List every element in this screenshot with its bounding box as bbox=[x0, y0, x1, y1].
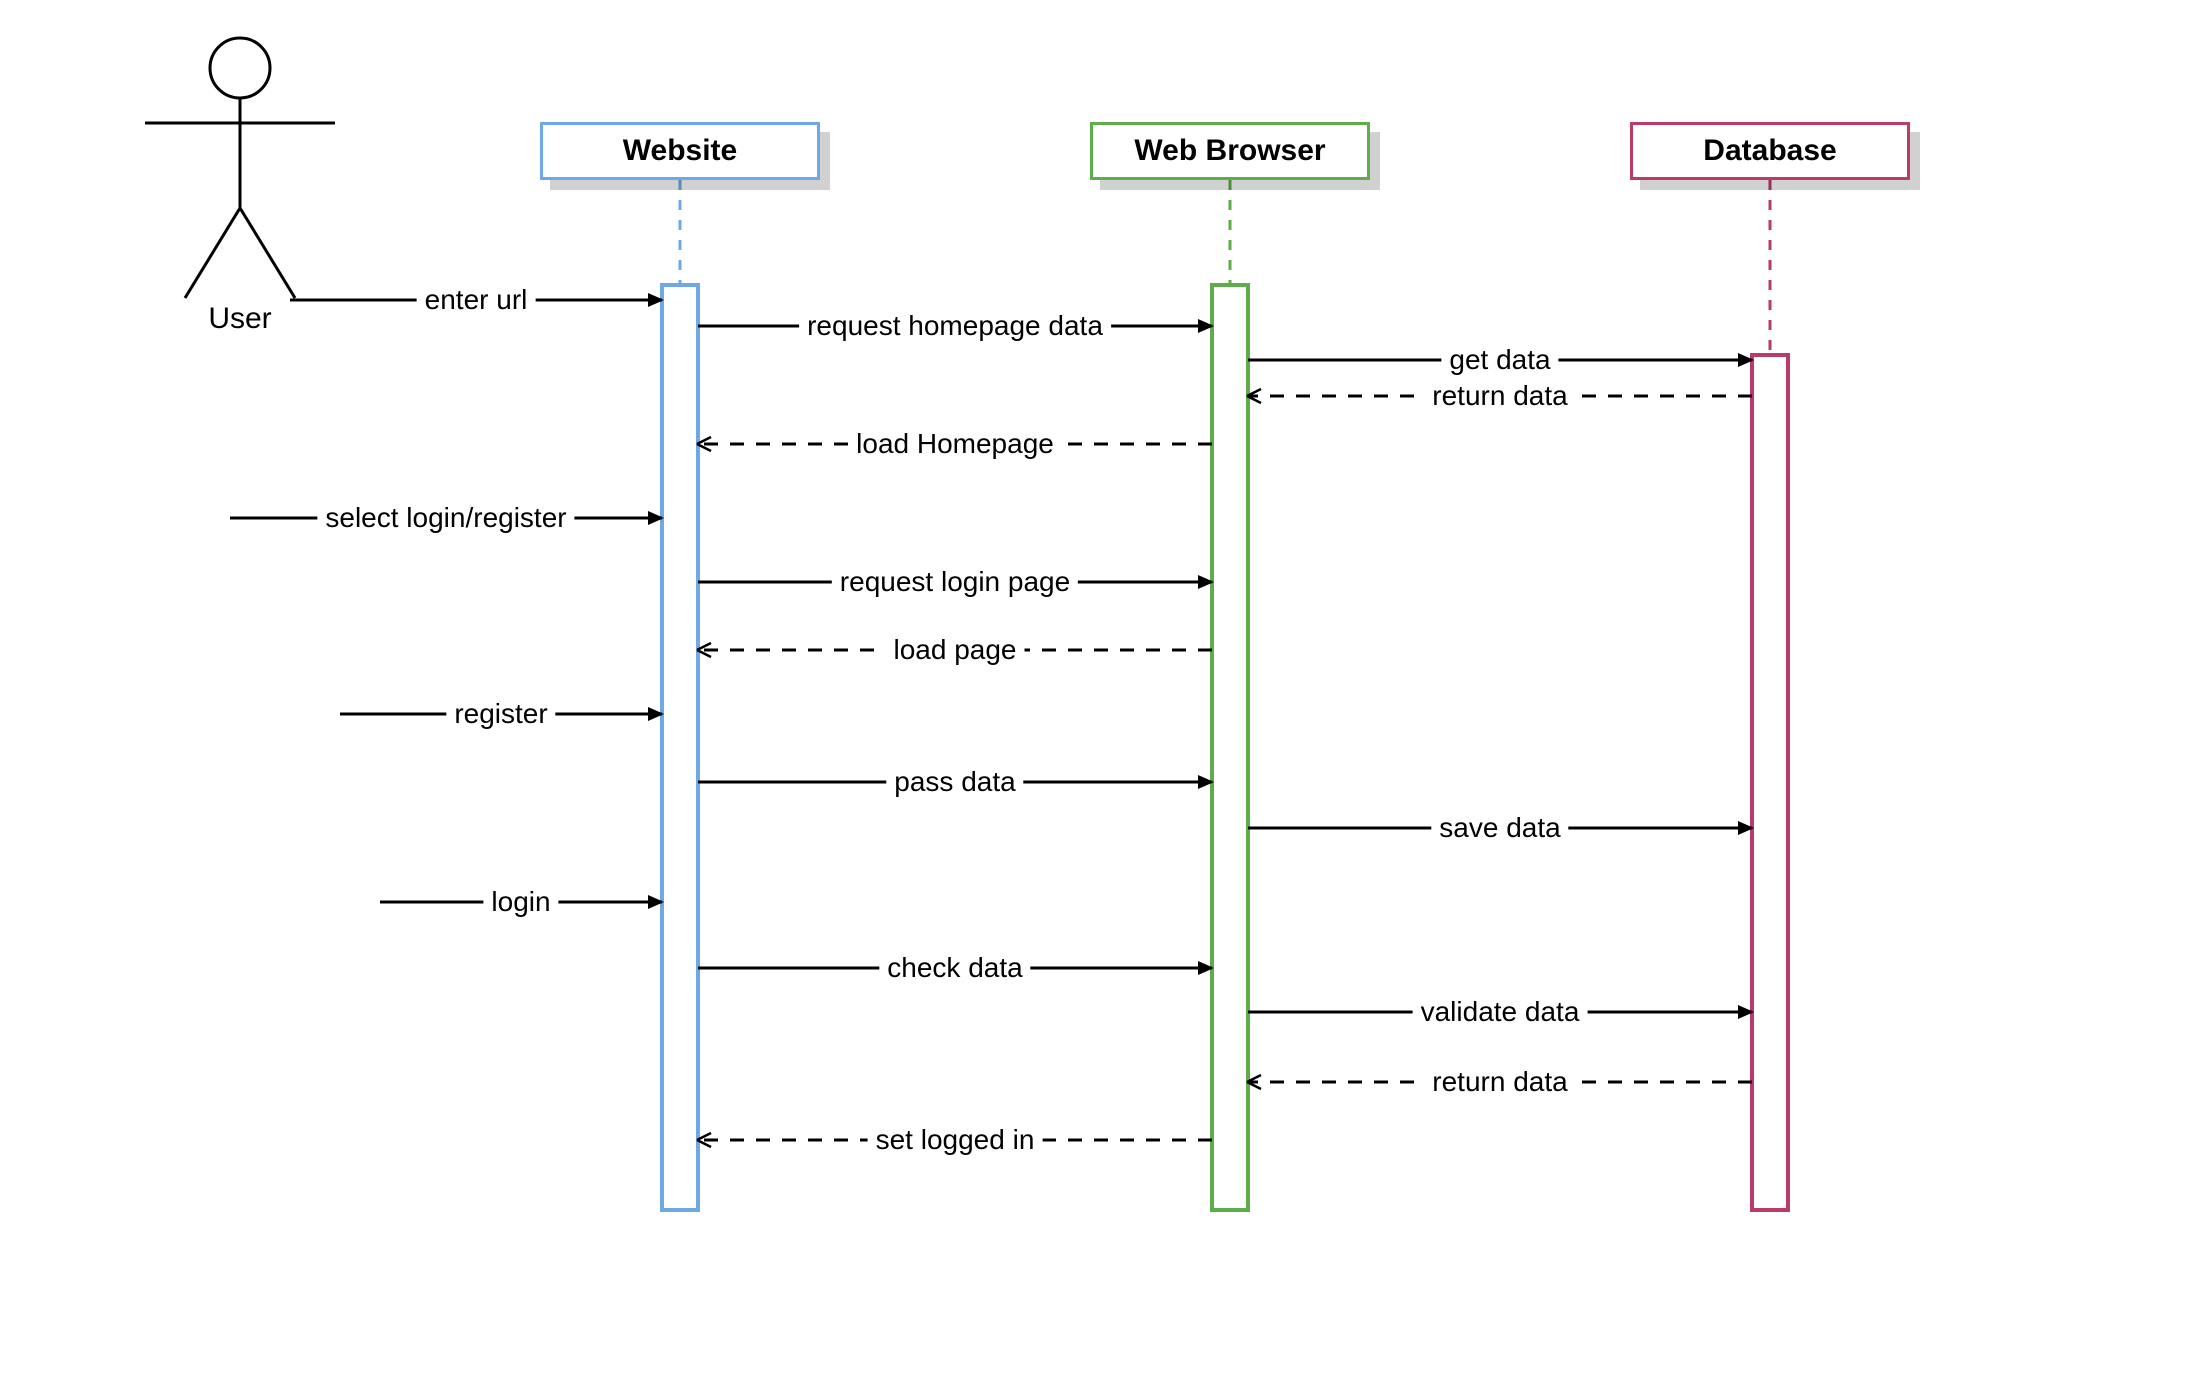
lifeline-label: Web Browser bbox=[1134, 136, 1325, 166]
message-label: enter url bbox=[417, 284, 536, 316]
message-label: set logged in bbox=[868, 1124, 1043, 1156]
lifeline-box-website: Website bbox=[540, 122, 820, 180]
message-label: save data bbox=[1431, 812, 1568, 844]
actor-label: User bbox=[180, 302, 300, 336]
message-label: load page bbox=[885, 634, 1024, 666]
lifeline-box-database: Database bbox=[1630, 122, 1910, 180]
message-label: login bbox=[483, 886, 558, 918]
diagram-canvas bbox=[0, 0, 2189, 1393]
lifeline-label: Website bbox=[623, 136, 737, 166]
message-label: check data bbox=[879, 952, 1030, 984]
message-label: pass data bbox=[886, 766, 1023, 798]
message-label: request login page bbox=[832, 566, 1078, 598]
message-label: request homepage data bbox=[799, 310, 1111, 342]
lifeline-box-browser: Web Browser bbox=[1090, 122, 1370, 180]
message-label: return data bbox=[1424, 1066, 1575, 1098]
message-label: select login/register bbox=[317, 502, 574, 534]
sequence-diagram: User Website Web Browser Database enter url… bbox=[0, 0, 2189, 1393]
message-label: validate data bbox=[1413, 996, 1588, 1028]
message-label: get data bbox=[1441, 344, 1558, 376]
message-label: return data bbox=[1424, 380, 1575, 412]
message-label: register bbox=[446, 698, 555, 730]
lifeline-label: Database bbox=[1703, 136, 1836, 166]
message-label: load Homepage bbox=[848, 428, 1062, 460]
